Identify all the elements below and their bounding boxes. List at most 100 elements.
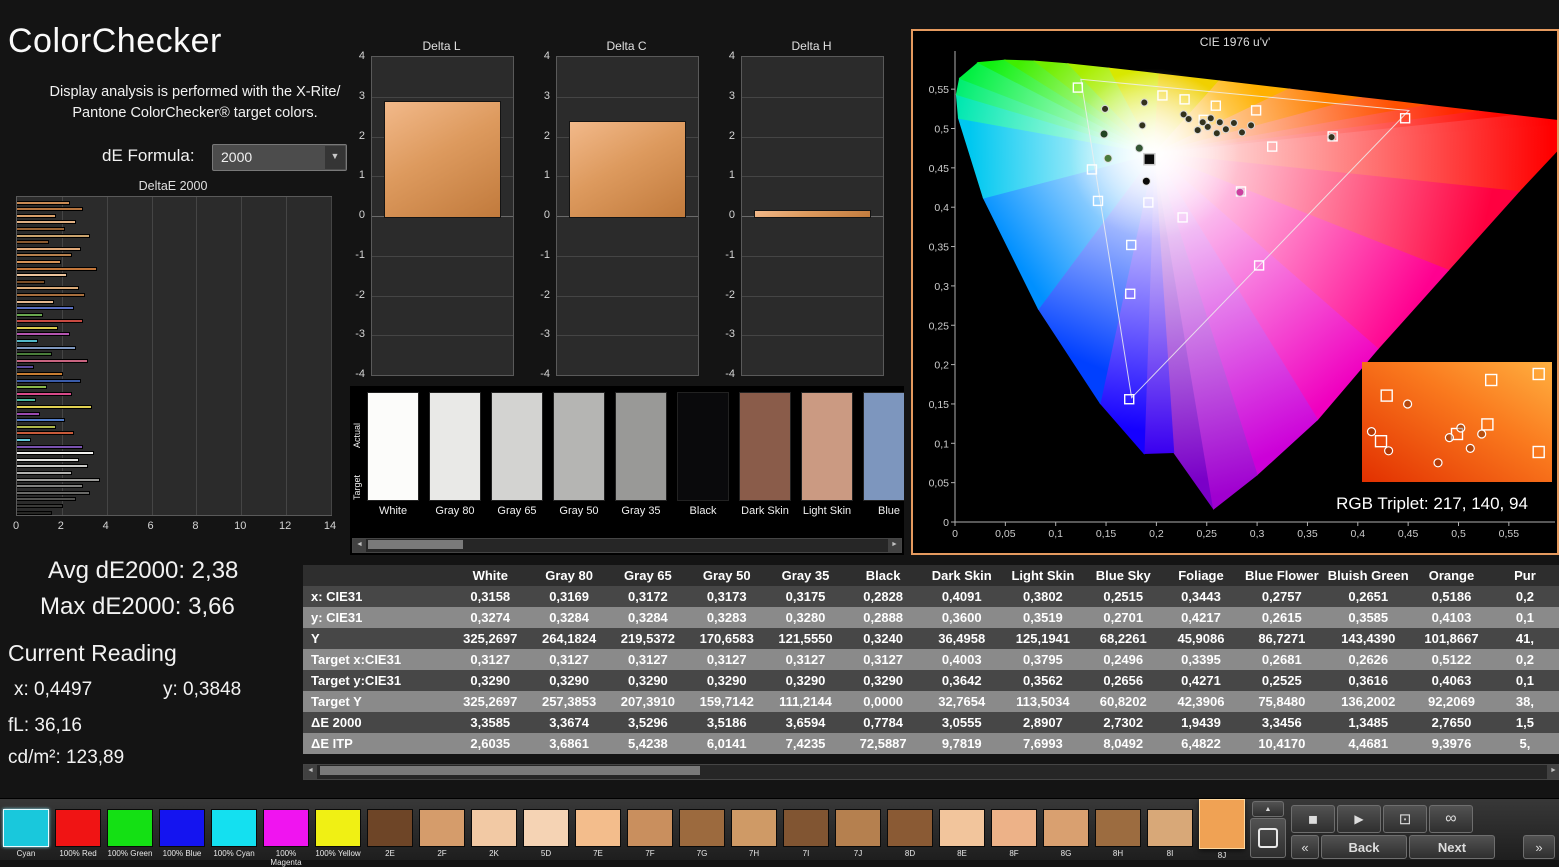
scrollbar-thumb[interactable]: [368, 540, 463, 549]
delta-bar: [569, 120, 686, 218]
description-line1: Display analysis is performed with the X…: [49, 84, 341, 100]
patch-7g[interactable]: 7G: [679, 803, 725, 867]
inset-measured-marker: [1477, 429, 1487, 439]
cell: 264,1824: [541, 631, 597, 646]
y-tick-label: -3: [355, 328, 365, 341]
swatch-blue[interactable]: Blue: [863, 392, 904, 517]
cell: 0,3642: [941, 673, 982, 688]
swatch-gray-65[interactable]: Gray 65: [491, 392, 543, 517]
cell: 0,3802: [1023, 589, 1063, 604]
de-bar: [17, 405, 92, 409]
patch-100-magenta[interactable]: 100% Magenta: [263, 803, 309, 867]
gridline: [742, 255, 883, 257]
cell: 0,3284: [628, 610, 668, 625]
back-button[interactable]: Back: [1321, 835, 1407, 859]
patch-5d[interactable]: 5D: [523, 803, 569, 867]
play-button[interactable]: ▶: [1337, 805, 1381, 833]
patch-2f[interactable]: 2F: [419, 803, 465, 867]
cell: 2,7302: [1103, 715, 1144, 730]
pattern-window-button[interactable]: [1250, 818, 1286, 858]
patch-color: [1199, 799, 1245, 849]
table-scrollbar[interactable]: ◄ ►: [303, 764, 1559, 780]
patch-7h[interactable]: 7H: [731, 803, 777, 867]
next-button[interactable]: Next: [1409, 835, 1495, 859]
table-row: Target x:CIE31 0,3127 0,3127 0,3127 0,3127 0,…: [303, 649, 1559, 670]
scroll-right-icon[interactable]: ►: [888, 539, 901, 552]
patch-label: 2K: [489, 849, 499, 858]
swatch-black[interactable]: Black: [677, 392, 729, 517]
cell: 325,2697: [463, 631, 518, 646]
swatch-light-skin[interactable]: Light Skin: [801, 392, 853, 517]
patch-100-blue[interactable]: 100% Blue: [159, 803, 205, 867]
patch-8e[interactable]: 8E: [939, 803, 985, 867]
x-tick-label: 14: [323, 520, 337, 532]
collapse-button[interactable]: ▲: [1252, 801, 1284, 817]
scroll-right-icon[interactable]: ►: [1547, 765, 1559, 779]
next-arrow-button[interactable]: »: [1523, 835, 1555, 859]
swatch-gray-50[interactable]: Gray 50: [553, 392, 605, 517]
prev-arrow-button[interactable]: «: [1291, 835, 1319, 859]
table-row: ΔE 2000 3,3585 3,3674 3,5296 3,5186 3,6594 0,7…: [303, 712, 1559, 733]
de-bar: [17, 372, 63, 377]
patch-8d[interactable]: 8D: [887, 803, 933, 867]
patch-7i[interactable]: 7I: [783, 803, 829, 867]
cell: 9,7819: [941, 736, 982, 751]
patch-100-red[interactable]: 100% Red: [55, 803, 101, 867]
patch-cyan[interactable]: Cyan: [3, 803, 49, 867]
y-tick-label: 2: [543, 129, 550, 142]
swatch-gray-35[interactable]: Gray 35: [615, 392, 667, 517]
inset-measured-marker: [1433, 458, 1443, 468]
patch-2k[interactable]: 2K: [471, 803, 517, 867]
x-tick-label: 10: [234, 520, 247, 532]
patch-7j[interactable]: 7J: [835, 803, 881, 867]
cell: 0,3290: [628, 673, 668, 688]
x-tick-label: 12: [279, 520, 292, 532]
cell: 6,0141: [706, 736, 747, 751]
patch-100-green[interactable]: 100% Green: [107, 803, 153, 867]
gridline: [742, 335, 883, 337]
de-bar: [17, 240, 50, 245]
de-bar: [17, 424, 57, 429]
row-label: ΔE ITP: [311, 736, 353, 751]
de-bar: [17, 510, 52, 515]
patch-100-cyan[interactable]: 100% Cyan: [211, 803, 257, 867]
patch-2e[interactable]: 2E: [367, 803, 413, 867]
patch-8g[interactable]: 8G: [1043, 803, 1089, 867]
pattern-button[interactable]: ⊡: [1383, 805, 1427, 833]
bottom-toolbar: Cyan 100% Red 100% Green 100% Blue 100% Cyan…: [0, 798, 1559, 867]
deltae-x-axis-labels: 0 2 4 6 8 10 12 14: [13, 520, 336, 534]
patch-8j[interactable]: 8J: [1199, 799, 1245, 867]
scroll-left-icon[interactable]: ◄: [304, 765, 317, 779]
swatch-white[interactable]: White: [367, 392, 419, 517]
cell: 0,2888: [863, 610, 904, 625]
cell: 0,3616: [1348, 673, 1389, 688]
patch-7f[interactable]: 7F: [627, 803, 673, 867]
patch-label: 8E: [957, 849, 967, 858]
de-bar: [17, 418, 66, 423]
cell: 0,4063: [1431, 673, 1472, 688]
patch-8h[interactable]: 8H: [1095, 803, 1141, 867]
stop-button[interactable]: ◼: [1291, 805, 1335, 833]
patch-8i[interactable]: 8I: [1147, 803, 1193, 867]
cell: 101,8667: [1424, 631, 1479, 646]
cell: 0,3173: [706, 589, 747, 604]
gridline: [372, 96, 513, 98]
cell: 0,3127: [863, 652, 904, 667]
swatch-scrollbar[interactable]: ◄ ►: [352, 538, 902, 553]
patch-8f[interactable]: 8F: [991, 803, 1037, 867]
swatch-gray-80[interactable]: Gray 80: [429, 392, 481, 517]
de-bar: [17, 246, 81, 251]
scrollbar-thumb[interactable]: [320, 766, 700, 775]
swatch-dark-skin[interactable]: Dark Skin: [739, 392, 791, 517]
cell: 45,9086: [1177, 631, 1225, 646]
cell: 0,3443: [1181, 589, 1221, 604]
cell: 0,3395: [1181, 652, 1221, 667]
cell: 42,3906: [1177, 694, 1225, 709]
patch-100-yellow[interactable]: 100% Yellow: [315, 803, 361, 867]
de-formula-dropdown[interactable]: 2000 ▼: [212, 144, 347, 171]
scroll-left-icon[interactable]: ◄: [353, 539, 366, 552]
deltae-bar-chart: [16, 196, 332, 516]
patch-7e[interactable]: 7E: [575, 803, 621, 867]
loop-button[interactable]: ∞: [1429, 805, 1473, 833]
delta-l-chart: Delta L 4 3 2 1 0 -1 -2 -3 -4: [345, 39, 515, 391]
